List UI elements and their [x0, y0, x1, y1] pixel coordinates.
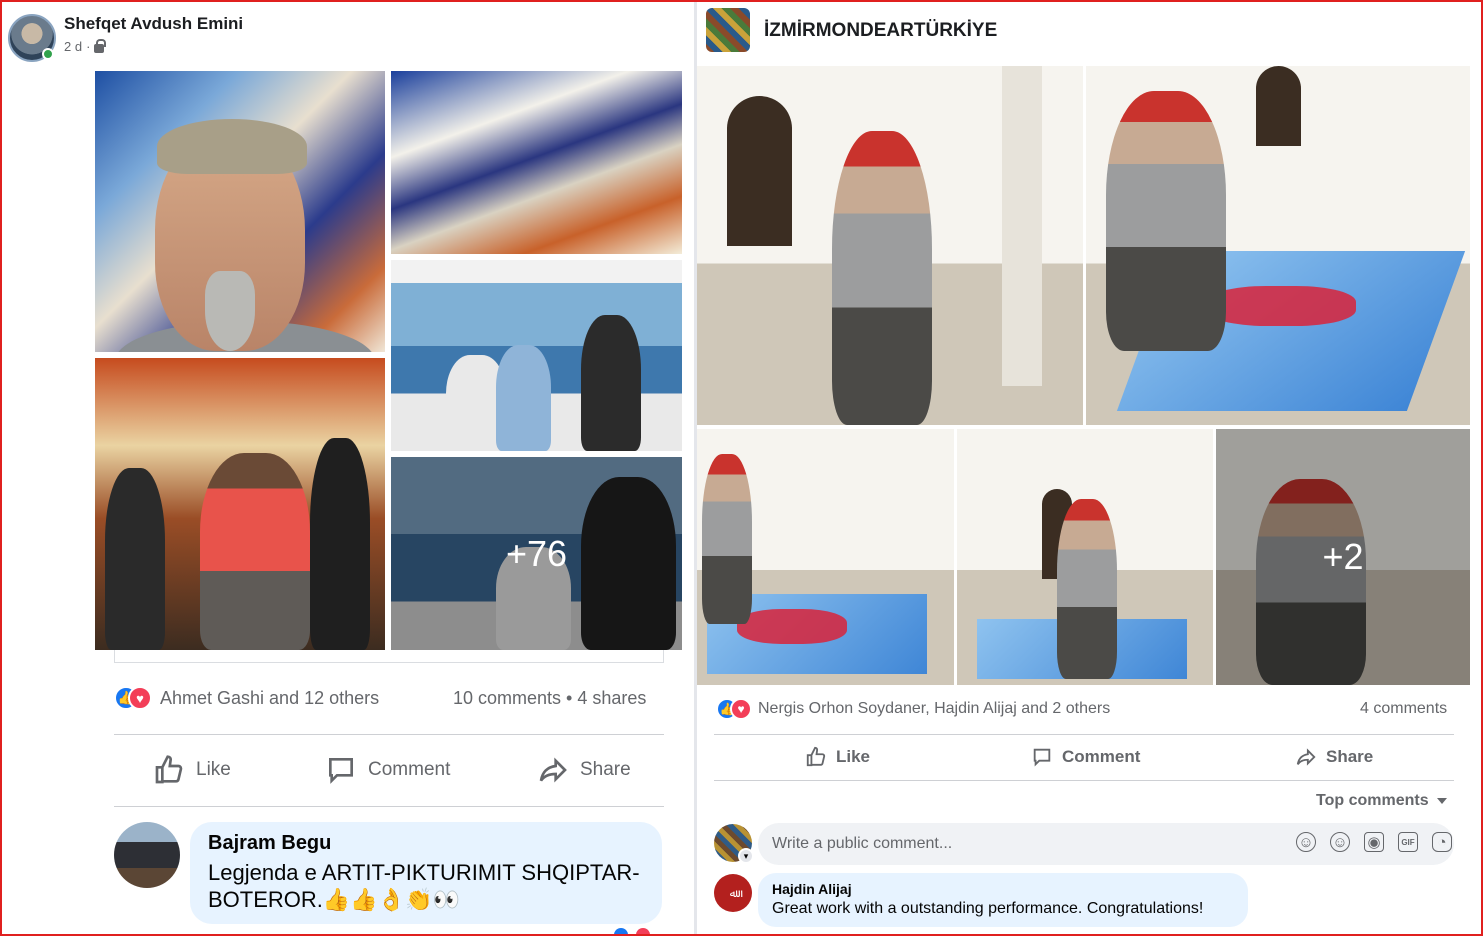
- like-button[interactable]: Like: [804, 746, 870, 768]
- post-photo-1[interactable]: [697, 66, 1083, 425]
- divider-line: [714, 734, 1454, 735]
- comment-input-tools: ☺ ☺ ◉ GIF ◔: [1296, 832, 1452, 852]
- camera-icon[interactable]: ◉: [1364, 832, 1384, 852]
- chevron-down-icon[interactable]: ▾: [738, 848, 754, 864]
- thumbs-up-icon: [155, 755, 183, 784]
- divider-line: [714, 780, 1454, 781]
- divider-line: [114, 806, 664, 807]
- reactions-summary[interactable]: 👍 ♥ Nergis Orhon Soydaner, Hajdin Alijaj…: [716, 698, 1110, 720]
- post-photo-3[interactable]: [697, 429, 954, 685]
- more-photos-overlay[interactable]: +2: [1216, 429, 1470, 685]
- comment-bubble: Hajdin Alijaj Great work with a outstand…: [758, 873, 1248, 927]
- divider-line: [114, 734, 664, 735]
- love-reaction-icon: ♥: [730, 698, 752, 720]
- comments-shares-count[interactable]: 10 comments • 4 shares: [453, 688, 646, 709]
- post-photo-2[interactable]: [1086, 66, 1470, 425]
- post-meta: 2 d ·: [64, 39, 107, 54]
- gallery-frame: [114, 650, 664, 663]
- comment-author[interactable]: Bajram Begu: [208, 832, 644, 855]
- comment-text: Legjenda e ARTIT-PIKTURIMIT SHQIPTAR-BOT…: [208, 860, 640, 912]
- comment-author[interactable]: Hajdin Alijaj: [772, 881, 1234, 897]
- share-arrow-icon: [1296, 748, 1316, 766]
- share-button[interactable]: Share: [1294, 746, 1373, 768]
- commenter-avatar[interactable]: ﷲ: [714, 874, 752, 912]
- love-reaction-icon: [636, 928, 650, 936]
- love-reaction-icon: ♥: [128, 686, 152, 710]
- emoji-icon[interactable]: ☺: [1330, 832, 1350, 852]
- like-button[interactable]: Like: [152, 754, 231, 786]
- share-arrow-icon: [539, 757, 567, 783]
- comment-text: Great work with a outstanding performanc…: [772, 900, 1204, 917]
- more-photos-overlay[interactable]: +76: [391, 457, 682, 650]
- post-photo-4[interactable]: [957, 429, 1213, 685]
- post-photo-5[interactable]: +2: [1216, 429, 1470, 685]
- sticker-icon[interactable]: ◔: [1432, 832, 1452, 852]
- comment-bubble: Bajram Begu Legjenda e ARTIT-PIKTURIMIT …: [190, 822, 662, 924]
- speech-bubble-icon: [1033, 748, 1051, 767]
- page-avatar[interactable]: [706, 8, 750, 52]
- comment-button[interactable]: Comment: [1030, 746, 1140, 768]
- speech-bubble-icon: [329, 758, 353, 784]
- post-photo-2[interactable]: [391, 71, 682, 254]
- post-time[interactable]: 2 d: [64, 39, 82, 54]
- reactions-summary[interactable]: 👍 ♥ Ahmet Gashi and 12 others: [114, 686, 379, 710]
- comments-count[interactable]: 4 comments: [1360, 700, 1447, 718]
- caret-down-icon: [1436, 798, 1447, 804]
- post-photo-4[interactable]: [95, 358, 385, 650]
- avatar-sticker-icon[interactable]: ☺: [1296, 832, 1316, 852]
- post-photo-5[interactable]: +76: [391, 457, 682, 650]
- reactions-text: Nergis Orhon Soydaner, Hajdin Alijaj and…: [758, 700, 1111, 717]
- like-reaction-icon: [614, 928, 628, 936]
- post-author-name[interactable]: İZMİRMONDEARTÜRKİYE: [764, 20, 997, 42]
- reactions-text: Ahmet Gashi and 12 others: [160, 687, 380, 708]
- post-photo-3[interactable]: [391, 260, 682, 451]
- post-photo-1[interactable]: [95, 71, 385, 352]
- online-status-dot: [42, 48, 54, 60]
- lock-icon: [94, 39, 107, 53]
- commenter-avatar[interactable]: [114, 822, 180, 888]
- gif-icon[interactable]: GIF: [1398, 832, 1418, 852]
- thumbs-up-icon: [806, 746, 826, 767]
- share-button[interactable]: Share: [536, 754, 631, 786]
- comment-button[interactable]: Comment: [324, 754, 450, 786]
- comment-sort-dropdown[interactable]: Top comments: [1316, 792, 1447, 810]
- post-author-name[interactable]: Shefqet Avdush Emini: [64, 14, 243, 34]
